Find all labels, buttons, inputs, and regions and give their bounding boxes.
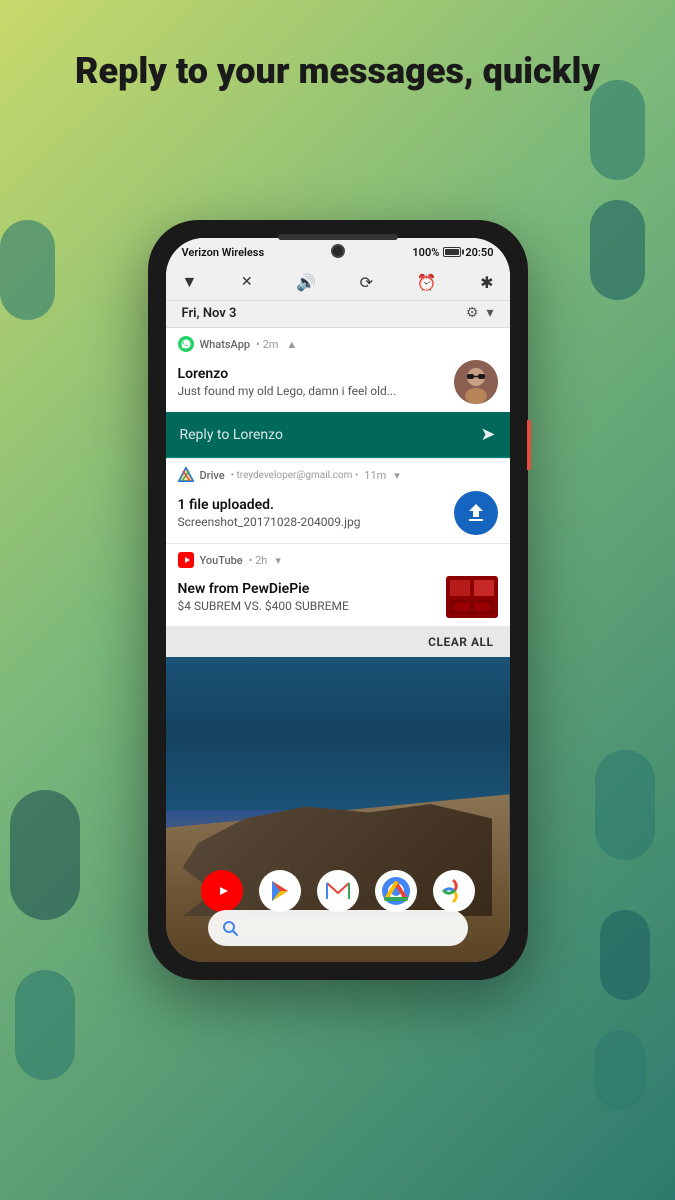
volume-icon: 🔊 — [296, 273, 316, 292]
decorative-blob-5 — [15, 970, 75, 1080]
decorative-blob-4 — [10, 790, 80, 920]
drive-notif-header: Drive • treydeveloper@gmail.com • 11m ▾ — [166, 459, 510, 487]
chevron-down-icon[interactable]: ▾ — [486, 305, 493, 321]
youtube-thumbnail — [446, 576, 498, 618]
dock-chrome-icon[interactable] — [375, 870, 417, 912]
whatsapp-expand-icon[interactable]: ▲ — [286, 338, 297, 351]
youtube-expand-icon[interactable]: ▾ — [275, 554, 281, 567]
whatsapp-message-text: Just found my old Lego, damn i feel old.… — [178, 384, 454, 398]
page-headline: Reply to your messages, quickly — [0, 50, 675, 93]
decorative-blob-3 — [0, 220, 55, 320]
bluetooth-icon: ✱ — [480, 273, 493, 292]
google-g-logo — [222, 920, 238, 936]
send-icon[interactable]: ➤ — [480, 424, 495, 445]
reply-input-bar[interactable]: Reply to Lorenzo ➤ — [166, 412, 510, 458]
dock-youtube-icon[interactable] — [201, 870, 243, 912]
home-screen: ◀ ● ■ — [166, 657, 510, 962]
drive-notif-body: 1 file uploaded. Screenshot_20171028-204… — [166, 487, 510, 543]
drive-app-icon — [178, 467, 194, 483]
youtube-notif-time: • 2h — [249, 554, 268, 567]
drive-notification-card: Drive • treydeveloper@gmail.com • 11m ▾ … — [166, 459, 510, 544]
rotate-icon: ⟳ — [360, 273, 373, 292]
drive-upload-icon — [454, 491, 498, 535]
clear-all-row: CLEAR ALL — [166, 627, 510, 657]
whatsapp-contact-avatar — [454, 360, 498, 404]
dock-playstore-icon[interactable] — [259, 870, 301, 912]
quick-settings-row: ▼ ✕ 🔊 ⟳ ⏰ ✱ — [166, 266, 510, 301]
clear-all-button[interactable]: CLEAR ALL — [428, 635, 493, 649]
phone-top-bar — [278, 234, 398, 240]
google-search-bar[interactable] — [208, 910, 468, 946]
phone-camera — [331, 244, 345, 258]
phone-screen: Verizon Wireless 100% 20:50 ▼ ✕ 🔊 ⟳ ⏰ ✱ — [166, 238, 510, 962]
whatsapp-sender-name: Lorenzo — [178, 366, 454, 382]
battery-percent: 100% — [412, 246, 439, 259]
youtube-app-icon — [178, 552, 194, 568]
date-row-actions: ⚙ ▾ — [466, 305, 494, 321]
drive-app-name: Drive — [200, 469, 225, 482]
whatsapp-notification-card: WhatsApp • 2m ▲ Lorenzo Just found my ol… — [166, 328, 510, 459]
whatsapp-notif-body: Lorenzo Just found my old Lego, damn i f… — [166, 356, 510, 412]
drive-notif-title: 1 file uploaded. — [178, 497, 454, 513]
beach-water — [166, 657, 510, 810]
settings-gear-icon[interactable]: ⚙ — [466, 305, 479, 321]
youtube-notif-content: New from PewDiePie $4 SUBREM VS. $400 SU… — [178, 581, 446, 613]
decorative-blob-1 — [590, 80, 645, 180]
drive-expand-icon[interactable]: ▾ — [394, 469, 400, 482]
flashlight-icon: ✕ — [241, 274, 253, 290]
clock-time: 20:50 — [465, 246, 493, 259]
youtube-notif-body: New from PewDiePie $4 SUBREM VS. $400 SU… — [166, 572, 510, 626]
dock-row — [201, 870, 475, 912]
battery-fill — [445, 249, 459, 255]
drive-notif-time: 11m — [364, 469, 386, 482]
youtube-notif-subtitle: $4 SUBREM VS. $400 SUBREME — [178, 599, 446, 613]
drive-notif-content: 1 file uploaded. Screenshot_20171028-204… — [178, 497, 454, 529]
phone-mockup: Verizon Wireless 100% 20:50 ▼ ✕ 🔊 ⟳ ⏰ ✱ — [148, 220, 528, 980]
youtube-notif-title: New from PewDiePie — [178, 581, 446, 597]
decorative-blob-6 — [595, 750, 655, 860]
drive-notif-subtitle: Screenshot_20171028-204009.jpg — [178, 515, 454, 529]
alarm-icon: ⏰ — [417, 273, 437, 292]
date-row: Fri, Nov 3 ⚙ ▾ — [166, 301, 510, 328]
reply-placeholder-text: Reply to Lorenzo — [180, 427, 283, 443]
youtube-notif-header: YouTube • 2h ▾ — [166, 544, 510, 572]
whatsapp-notif-header: WhatsApp • 2m ▲ — [166, 328, 510, 356]
whatsapp-notif-content: Lorenzo Just found my old Lego, damn i f… — [178, 366, 454, 398]
decorative-blob-7 — [600, 910, 650, 1000]
wifi-icon: ▼ — [182, 272, 198, 292]
youtube-app-name: YouTube — [200, 554, 243, 567]
date-text: Fri, Nov 3 — [182, 306, 237, 321]
dock-photos-icon[interactable] — [433, 870, 475, 912]
phone-side-button — [527, 420, 531, 470]
whatsapp-notif-time: • 2m — [256, 338, 278, 351]
carrier-text: Verizon Wireless — [182, 246, 265, 259]
status-right-icons: 100% 20:50 — [412, 246, 493, 259]
dock-gmail-icon[interactable] — [317, 870, 359, 912]
decorative-blob-8 — [595, 1030, 645, 1110]
whatsapp-app-icon — [178, 336, 194, 352]
youtube-notification-card: YouTube • 2h ▾ New from PewDiePie $4 SUB… — [166, 544, 510, 627]
drive-notif-account: • treydeveloper@gmail.com • — [231, 470, 359, 481]
decorative-blob-2 — [590, 200, 645, 300]
whatsapp-app-name: WhatsApp — [200, 338, 251, 351]
battery-icon — [443, 247, 461, 257]
